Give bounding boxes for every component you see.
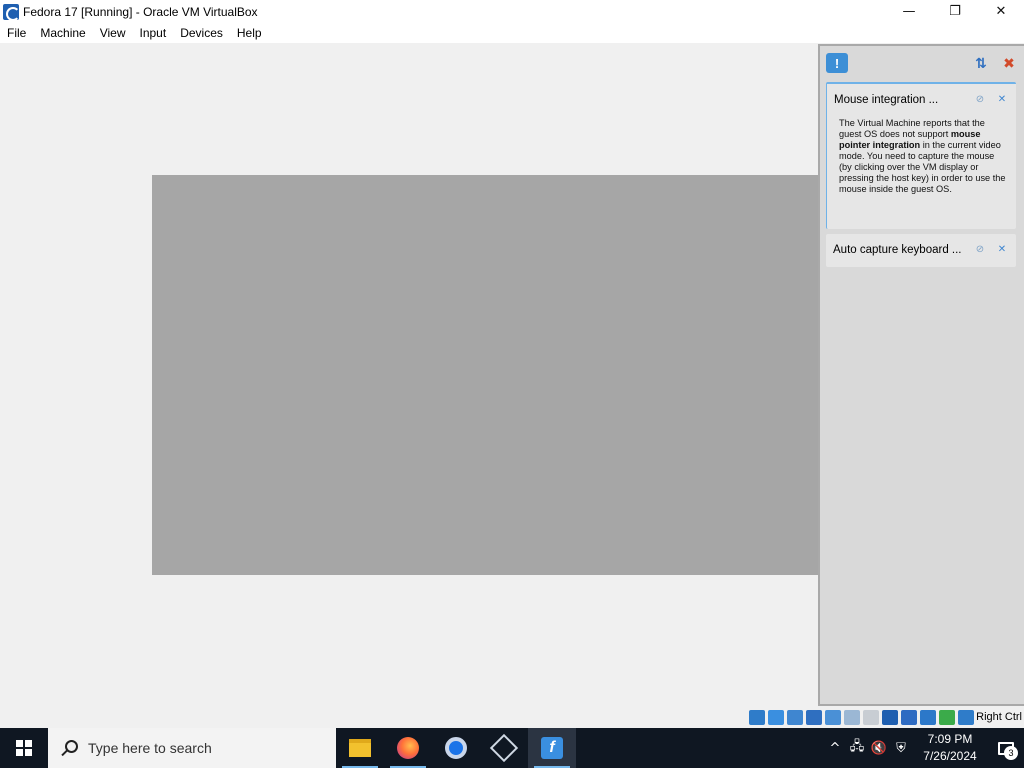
notification-title: Auto capture keyboard ... [833, 244, 962, 256]
security-icon[interactable]: ⛨ [890, 728, 912, 768]
title-bar: Fedora 17 [Running] - Oracle VM VirtualB… [0, 0, 1024, 23]
windows-logo-icon [16, 740, 32, 756]
virtualbox-icon [489, 733, 519, 763]
notification-actions: ⊘ ✕ [974, 93, 1008, 105]
window-controls: — ❐ ✕ [886, 0, 1024, 23]
taskbar-firefox[interactable] [384, 728, 432, 768]
usb-icon[interactable] [825, 710, 841, 725]
display-icon[interactable] [863, 710, 879, 725]
menu-input[interactable]: Input [133, 26, 174, 40]
notification-center-panel: ! ⇅ ✖ Mouse integration ... ⊘ ✕ The Virt… [818, 44, 1024, 706]
keyboard-capture-icon[interactable] [958, 710, 974, 725]
search-icon [60, 739, 78, 757]
taskbar-file-explorer[interactable] [336, 728, 384, 768]
windows-taskbar: Type here to search f ^ 🖧 🔇 ⛨ 7:09 PM 7/… [0, 728, 1024, 768]
chevron-up-icon[interactable]: ^ [824, 728, 846, 768]
close-button[interactable]: ✕ [978, 0, 1024, 23]
vt-x-icon[interactable] [901, 710, 917, 725]
taskbar-chrome[interactable] [432, 728, 480, 768]
notification-count-badge: 3 [1004, 746, 1018, 760]
start-button[interactable] [0, 728, 48, 768]
notification-card-auto-capture-keyboard[interactable]: Auto capture keyboard ... ⊘ ✕ [826, 234, 1016, 267]
chrome-icon [445, 737, 467, 759]
sort-notifications-icon[interactable]: ⇅ [972, 54, 990, 72]
minimize-button[interactable]: — [886, 0, 932, 23]
notification-title: Mouse integration ... [834, 94, 939, 106]
close-notification-icon[interactable]: ✕ [996, 243, 1008, 255]
menu-machine[interactable]: Machine [33, 26, 92, 40]
close-notification-icon[interactable]: ✕ [996, 93, 1008, 105]
menu-help[interactable]: Help [230, 26, 269, 40]
action-center-button[interactable]: 3 [988, 728, 1024, 768]
file-explorer-icon [349, 739, 371, 757]
network-icon[interactable] [806, 710, 822, 725]
taskbar-fedora-vm[interactable]: f [528, 728, 576, 768]
dont-show-again-icon[interactable]: ⊘ [974, 243, 986, 255]
audio-icon[interactable] [787, 710, 803, 725]
menu-bar: File Machine View Input Devices Help [0, 23, 1024, 43]
status-indicators [749, 710, 974, 725]
window-title: Fedora 17 [Running] - Oracle VM VirtualB… [23, 4, 258, 19]
notification-actions: ⊘ ✕ [974, 243, 1008, 255]
notification-body: The Virtual Machine reports that the gue… [839, 118, 1009, 195]
vm-status-bar: Right Ctrl [0, 707, 1024, 728]
vm-guest-screen[interactable] [152, 175, 872, 575]
optical-drive-icon[interactable] [768, 710, 784, 725]
host-key-label[interactable]: Right Ctrl [976, 711, 1022, 723]
mouse-integration-icon[interactable] [939, 710, 955, 725]
video-capture-icon[interactable] [882, 710, 898, 725]
dont-show-again-icon[interactable]: ⊘ [974, 93, 986, 105]
notification-card-mouse-integration[interactable]: Mouse integration ... ⊘ ✕ The Virtual Ma… [826, 82, 1016, 229]
taskbar-virtualbox-manager[interactable] [480, 728, 528, 768]
hard-disk-icon[interactable] [749, 710, 765, 725]
system-tray: ^ 🖧 🔇 ⛨ 7:09 PM 7/26/2024 3 [824, 728, 1024, 768]
search-placeholder: Type here to search [88, 740, 212, 756]
clock-time: 7:09 PM [927, 732, 973, 746]
virtualbox-app-icon [3, 3, 20, 21]
clear-all-notifications-icon[interactable]: ✖ [1000, 54, 1018, 72]
notification-center-icon[interactable]: ! [826, 53, 848, 73]
restore-button[interactable]: ❐ [932, 0, 978, 23]
notification-center-header: ! ⇅ ✖ [820, 46, 1024, 80]
clock-date: 7/26/2024 [923, 749, 977, 763]
fedora-vm-icon: f [541, 737, 563, 759]
taskbar-search-box[interactable]: Type here to search [48, 728, 336, 768]
network-icon[interactable]: 🖧 [846, 728, 868, 768]
menu-view[interactable]: View [93, 26, 133, 40]
menu-file[interactable]: File [0, 26, 33, 40]
taskbar-clock[interactable]: 7:09 PM 7/26/2024 [912, 731, 988, 765]
menu-devices[interactable]: Devices [173, 26, 230, 40]
shared-folders-icon[interactable] [844, 710, 860, 725]
firefox-icon [397, 737, 419, 759]
volume-muted-icon[interactable]: 🔇 [868, 728, 890, 768]
cpu-icon[interactable] [920, 710, 936, 725]
